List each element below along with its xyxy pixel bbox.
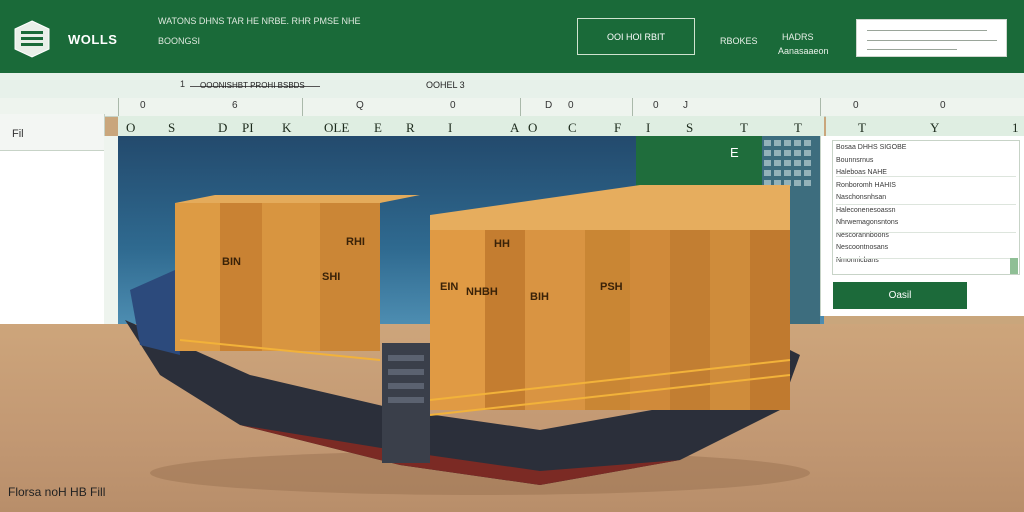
row-label[interactable]: O xyxy=(126,120,135,136)
row-label[interactable]: D xyxy=(218,120,227,136)
row-label[interactable]: A xyxy=(510,120,519,136)
highlight-cell-label: E xyxy=(730,145,739,160)
column-number[interactable]: 0 xyxy=(853,100,859,111)
column-number[interactable]: D xyxy=(545,100,552,111)
search-hint-line xyxy=(867,40,997,41)
header-subtitle: BOONGSI xyxy=(158,36,201,46)
row-label[interactable]: 1 xyxy=(1012,120,1019,136)
formula-marker: 1 xyxy=(180,79,186,89)
column-separator[interactable] xyxy=(118,98,119,116)
app-name: WOLLS xyxy=(68,32,118,47)
row-label[interactable]: K xyxy=(282,120,291,136)
formula-bar xyxy=(0,73,1024,99)
container-label: SHI xyxy=(322,271,341,283)
cargo-ship-illustration xyxy=(125,185,810,495)
app-logo-icon[interactable] xyxy=(14,20,50,58)
row-label[interactable]: F xyxy=(614,120,621,136)
header-search-input[interactable] xyxy=(856,19,1007,57)
header-link-1[interactable]: RBOKES xyxy=(720,36,758,46)
detail-line: Bounnsrnus xyxy=(836,156,874,164)
side-label-strip xyxy=(826,116,1024,137)
row-gutter xyxy=(104,136,118,326)
row-label[interactable]: PI xyxy=(242,120,254,136)
search-hint-line xyxy=(867,49,957,50)
row-label[interactable]: S xyxy=(686,120,693,136)
container-label: PSH xyxy=(600,281,623,293)
detail-line: Bosaa DHHS SIGOBE xyxy=(836,144,907,151)
panel-action-button[interactable]: Oasil xyxy=(833,282,967,309)
detail-divider xyxy=(836,204,1016,205)
column-number[interactable]: 0 xyxy=(940,100,946,111)
detail-line: Nhrwemagonsntons xyxy=(836,219,899,226)
column-number[interactable]: J xyxy=(683,100,688,111)
column-number[interactable]: 0 xyxy=(653,100,659,111)
column-number[interactable]: 0 xyxy=(450,100,456,111)
container-label: BIH xyxy=(530,291,549,303)
row-label[interactable]: OLE xyxy=(324,120,349,136)
header-link-2[interactable]: HADRS xyxy=(782,32,814,42)
row-label[interactable]: T xyxy=(740,120,748,136)
column-separator[interactable] xyxy=(632,98,633,116)
search-hint-line xyxy=(867,30,987,31)
container-label: EIN xyxy=(440,281,459,293)
container-label: NHBH xyxy=(466,286,498,298)
row-label[interactable]: C xyxy=(568,120,577,136)
left-cell-label[interactable]: Fil xyxy=(12,128,24,140)
detail-divider xyxy=(836,176,1016,177)
formula-input[interactable]: OOONISHBT PROHI BSBDS xyxy=(200,81,305,90)
detail-line: Haleconenesoassn xyxy=(836,206,896,214)
row-label[interactable]: T xyxy=(858,120,866,136)
column-number[interactable]: 0 xyxy=(568,100,574,111)
row-label[interactable]: T xyxy=(794,120,802,136)
row-label[interactable]: O xyxy=(528,120,537,136)
detail-line: Nescoontnosans xyxy=(836,244,889,251)
header-action-button[interactable]: OOI HOI RBIT xyxy=(577,18,695,55)
column-number[interactable]: Q xyxy=(356,100,364,111)
row-label[interactable]: I xyxy=(448,120,452,136)
column-header-row xyxy=(0,98,1024,117)
scroll-thumb[interactable] xyxy=(1010,258,1018,274)
container-label: BIN xyxy=(222,256,241,268)
detail-divider xyxy=(836,258,1016,259)
header-tagline: WATONS DHNS TAR HE NRBE. RHR PMSE NHE xyxy=(158,16,361,26)
detail-line: Ronboromh HAHIS xyxy=(836,181,896,189)
detail-line: Naschonsnhsan xyxy=(836,194,887,201)
header-link-2-sub[interactable]: Aanasaaeon xyxy=(778,46,829,56)
column-separator[interactable] xyxy=(302,98,303,116)
column-number[interactable]: 0 xyxy=(140,100,146,111)
row-label[interactable]: S xyxy=(168,120,175,136)
footer-caption: Florsa noH HB Fill xyxy=(8,485,106,499)
detail-line: Haleboas NAHE xyxy=(836,169,887,176)
column-separator[interactable] xyxy=(520,98,521,116)
container-label: HH xyxy=(494,238,510,250)
row-label[interactable]: Y xyxy=(930,120,939,136)
row-label[interactable]: I xyxy=(646,120,650,136)
column-separator[interactable] xyxy=(820,98,821,116)
column-number[interactable]: 6 xyxy=(232,100,238,111)
detail-divider xyxy=(836,232,1016,233)
container-label: RHI xyxy=(346,236,365,248)
row-label[interactable]: E xyxy=(374,120,382,136)
cell-reference[interactable]: OOHEL 3 xyxy=(426,80,465,90)
row-label[interactable]: R xyxy=(406,120,415,136)
